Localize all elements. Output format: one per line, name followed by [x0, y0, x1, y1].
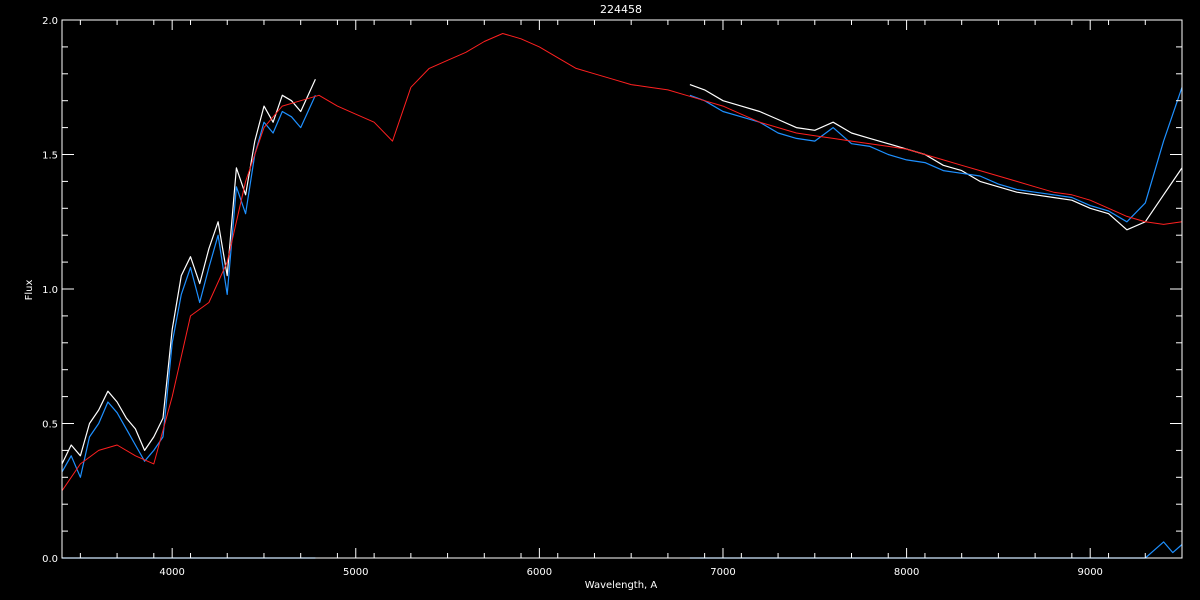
y-axis-label: Flux [24, 280, 35, 301]
x-tick-label: 5000 [343, 567, 368, 578]
y-tick-label: 1.0 [42, 285, 58, 296]
x-tick-label: 9000 [1077, 567, 1102, 578]
x-tick-label: 6000 [527, 567, 552, 578]
y-tick-label: 2.0 [42, 16, 58, 27]
chart-title: 224458 [600, 3, 642, 16]
x-axis-label: Wavelength, A [585, 580, 658, 591]
y-tick-label: 0.5 [42, 420, 58, 431]
y-tick-label: 0.0 [42, 554, 58, 565]
y-tick-label: 1.5 [42, 151, 58, 162]
spectrum-chart: 224458 4000 5000 6000 7000 8000 9000 0.0 0.5 1.… [0, 0, 1200, 600]
x-tick-label: 8000 [894, 567, 919, 578]
x-tick-label: 4000 [159, 567, 184, 578]
x-tick-label: 7000 [710, 567, 735, 578]
